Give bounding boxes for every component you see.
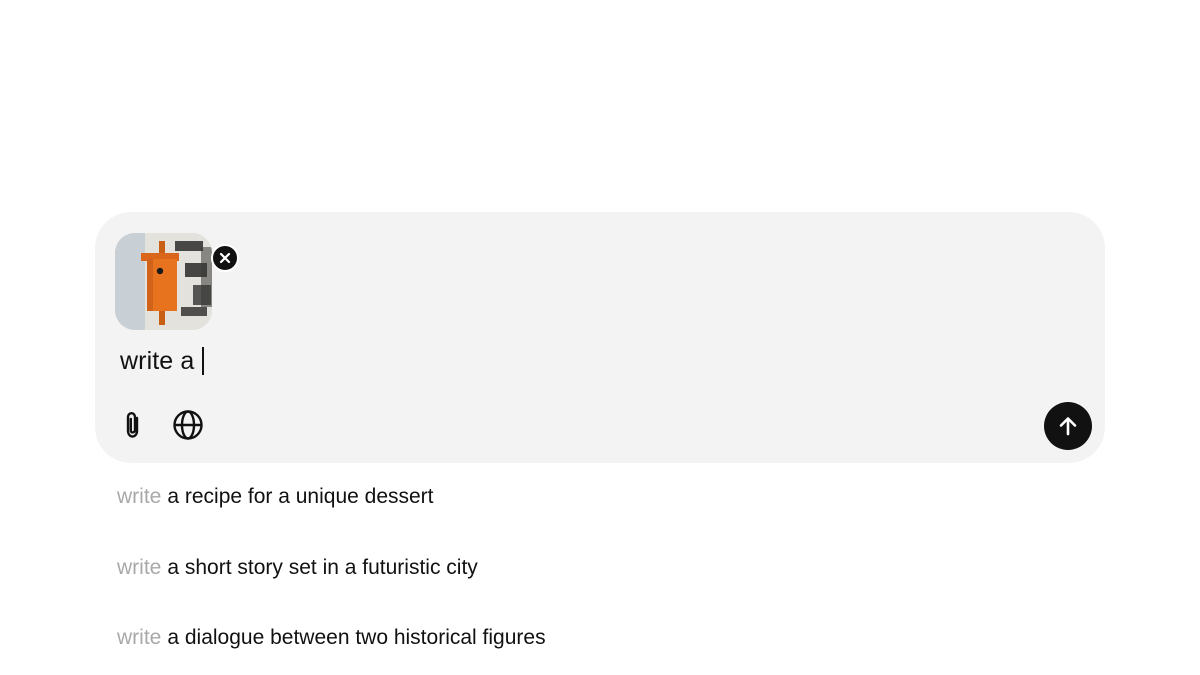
suggestion-text: a dialogue between two historical figure… bbox=[167, 626, 546, 649]
image-attachment bbox=[115, 233, 239, 330]
suggestion-list: write a recipe for a unique dessert writ… bbox=[117, 479, 546, 675]
suggestion-prefix: write bbox=[117, 555, 162, 579]
attachment-thumbnail[interactable] bbox=[115, 233, 212, 330]
globe-icon bbox=[173, 410, 203, 440]
send-button[interactable] bbox=[1044, 402, 1092, 450]
web-search-button[interactable] bbox=[168, 405, 208, 445]
attach-file-button[interactable] bbox=[113, 405, 153, 445]
remove-attachment-button[interactable] bbox=[211, 244, 239, 272]
prompt-input[interactable]: write a bbox=[120, 343, 205, 379]
birdhouse-image bbox=[115, 233, 212, 330]
paperclip-icon bbox=[126, 412, 139, 438]
close-icon bbox=[219, 252, 231, 264]
suggestion-item[interactable]: write a dialogue between two historical … bbox=[117, 620, 546, 656]
suggestion-item[interactable]: write a recipe for a unique dessert bbox=[117, 479, 546, 515]
arrow-up-icon bbox=[1059, 417, 1077, 436]
prompt-composer: write a bbox=[95, 212, 1105, 463]
suggestion-text: a recipe for a unique dessert bbox=[167, 485, 434, 508]
suggestion-prefix: write bbox=[117, 485, 162, 508]
suggestion-prefix: write bbox=[117, 626, 162, 649]
suggestion-text: a short story set in a futuristic city bbox=[167, 555, 478, 579]
prompt-input-text: write a bbox=[120, 346, 195, 375]
text-caret bbox=[202, 347, 205, 375]
page: write a write a recipe for a unique dess… bbox=[0, 0, 1200, 675]
suggestion-item[interactable]: write a short story set in a futuristic … bbox=[117, 550, 546, 586]
